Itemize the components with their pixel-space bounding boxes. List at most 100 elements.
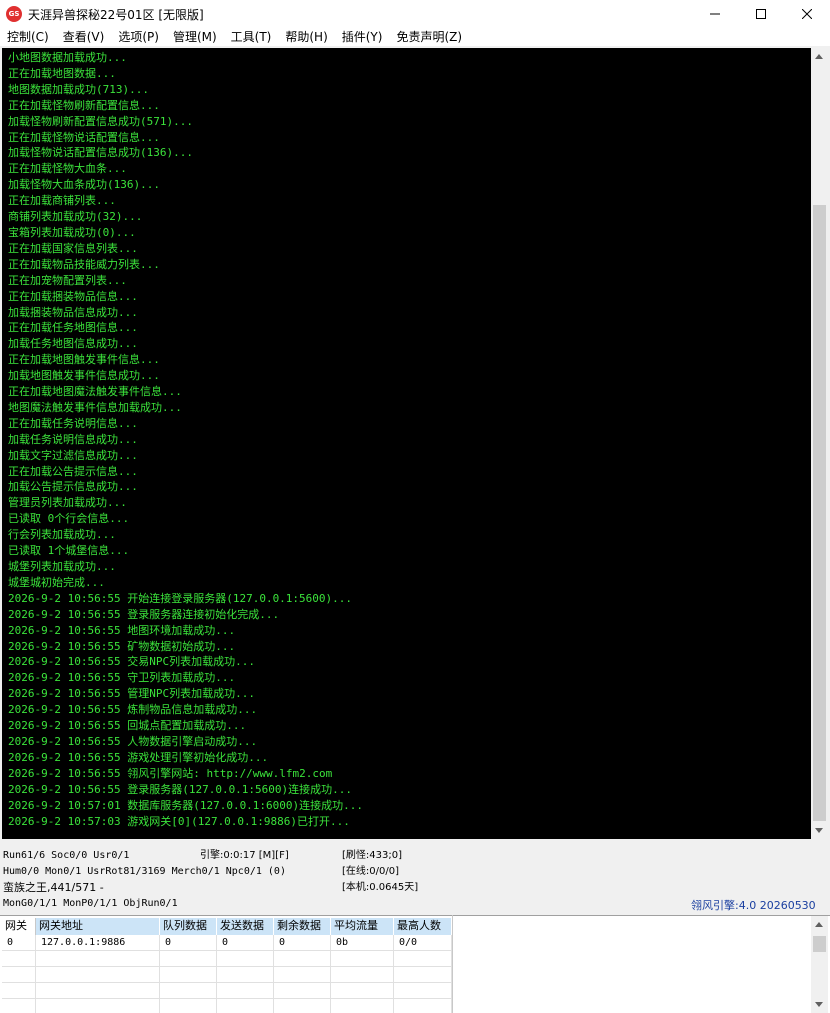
table-row-empty[interactable] <box>2 967 452 983</box>
table-row[interactable]: 0 127.0.0.1:9886 0 0 0 0b 0/0 <box>2 935 452 951</box>
gw-col-id[interactable]: 网关 <box>2 918 36 935</box>
menu-plugins[interactable]: 插件(Y) <box>335 28 390 46</box>
log-line: 2026-9-2 10:56:55 矿物数据初始成功... <box>8 639 236 653</box>
minimize-icon <box>710 13 720 15</box>
log-line: 加载怪物大血条成功(136)... <box>8 178 160 192</box>
gw-col-avg-flow[interactable]: 平均流量 <box>331 918 394 935</box>
console-scrollbar[interactable] <box>811 48 828 839</box>
gw-col-address[interactable]: 网关地址 <box>36 918 160 935</box>
status-online: [在线:0/0/0] <box>342 866 399 877</box>
log-line: 正在加载怪物说话配置信息... <box>8 130 160 144</box>
menu-bar: 控制(C) 查看(V) 选项(P) 管理(M) 工具(T) 帮助(H) 插件(Y… <box>0 28 830 46</box>
gw-cell-id: 0 <box>2 935 36 951</box>
log-line: 正在加载公告提示信息... <box>8 464 138 478</box>
log-line: 宝箱列表加载成功(0)... <box>8 225 136 239</box>
log-line: 正在加载地图数据... <box>8 66 116 80</box>
log-line: 已读取 0个行会信息... <box>8 512 130 526</box>
gateway-table[interactable]: 网关 网关地址 队列数据 发送数据 剩余数据 平均流量 最高人数 0 127.0… <box>2 918 452 1013</box>
app-icon: GS <box>6 6 22 22</box>
log-line: 加载任务地图信息成功... <box>8 337 138 351</box>
log-line: 2026-9-2 10:56:55 人物数据引擎启动成功... <box>8 734 258 748</box>
gw-scroll-up-icon[interactable] <box>815 922 823 927</box>
gw-cell-queue: 0 <box>160 935 217 951</box>
log-line: 2026-9-2 10:56:55 地图环境加载成功... <box>8 623 236 637</box>
menu-disclaimer[interactable]: 免责声明(Z) <box>389 28 469 46</box>
log-line: 正在加载地图魔法触发事件信息... <box>8 385 182 399</box>
server-window: GS 天涯异兽探秘22号01区 [无限版] 控制(C) 查看(V) 选项(P) … <box>0 0 830 1013</box>
gw-col-remaining[interactable]: 剩余数据 <box>274 918 331 935</box>
log-line: 正在加载怪物刷新配置信息... <box>8 98 160 112</box>
log-line: 正在加宠物配置列表... <box>8 273 127 287</box>
minimize-button[interactable] <box>692 0 738 28</box>
log-line: 正在加载地图触发事件信息... <box>8 353 160 367</box>
gw-cell-max-users: 0/0 <box>394 935 452 951</box>
gateway-divider <box>452 915 453 1013</box>
menu-help[interactable]: 帮助(H) <box>278 28 334 46</box>
log-line: 正在加载任务地图信息... <box>8 321 138 335</box>
log-line: 正在加载怪物大血条... <box>8 162 127 176</box>
menu-view[interactable]: 查看(V) <box>56 28 112 46</box>
log-line: 2026-9-2 10:56:55 开始连接登录服务器(127.0.0.1:56… <box>8 591 353 605</box>
maximize-button[interactable] <box>738 0 784 28</box>
title-bar[interactable]: GS 天涯异兽探秘22号01区 [无限版] <box>0 0 830 28</box>
log-line: 城堡列表加载成功... <box>8 560 116 573</box>
status-engine-time: 引擎:0:0:17 [M][F] <box>200 850 289 861</box>
log-line: 2026-9-2 10:56:55 管理NPC列表加载成功... <box>8 687 255 701</box>
status-spawn: [刷怪:433;0] <box>342 850 402 861</box>
log-line: 已读取 1个城堡信息... <box>8 544 130 558</box>
gw-col-sent[interactable]: 发送数据 <box>217 918 274 935</box>
scroll-up-icon[interactable] <box>815 54 823 59</box>
log-line: 地图数据加载成功(713)... <box>8 82 149 96</box>
close-icon <box>802 9 812 19</box>
log-line: 加载公告提示信息成功... <box>8 480 138 494</box>
status-mon: MonG0/1/1 MonP0/1/1 ObjRun0/1 <box>3 898 178 909</box>
log-line: 2026-9-2 10:56:55 炼制物品信息加载成功... <box>8 703 258 717</box>
engine-version-label: 翎风引擎:4.0 20260530 <box>691 899 816 912</box>
log-line: 加载任务说明信息成功... <box>8 432 138 446</box>
console-scroll-thumb[interactable] <box>813 205 826 821</box>
log-line: 加载地图触发事件信息成功... <box>8 369 160 383</box>
log-line: 2026-9-2 10:57:01 数据库服务器(127.0.0.1:6000)… <box>8 798 364 812</box>
log-line: 行会列表加载成功... <box>8 528 116 542</box>
log-line: 2026-9-2 10:57:03 游戏网关[0](127.0.0.1:9886… <box>8 814 350 828</box>
log-line: 地图魔法触发事件信息加载成功... <box>8 400 182 414</box>
log-line: 管理员列表加载成功... <box>8 496 127 510</box>
log-line: 2026-9-2 10:56:55 登录服务器(127.0.0.1:5600)连… <box>8 782 353 796</box>
log-line: 2026-9-2 10:56:55 登录服务器连接初始化完成... <box>8 607 280 621</box>
log-line: 正在加载物品技能威力列表... <box>8 257 160 271</box>
log-line: 2026-9-2 10:56:55 守卫列表加载成功... <box>8 671 236 685</box>
menu-options[interactable]: 选项(P) <box>111 28 166 46</box>
table-row-empty[interactable] <box>2 999 452 1013</box>
status-boss: 蛮族之王,441/571 - <box>3 881 104 894</box>
log-line: 商铺列表加载成功(32)... <box>8 210 143 224</box>
gateway-scrollbar[interactable] <box>811 916 828 1013</box>
status-run: Run61/6 Soc0/0 Usr0/1 <box>3 850 130 861</box>
status-uptime: [本机:0.0645天] <box>342 882 419 893</box>
log-line: 2026-9-2 10:56:55 翎风引擎网站: http://www.lfm… <box>8 766 333 780</box>
gateway-scroll-thumb[interactable] <box>813 936 826 952</box>
gw-cell-remaining: 0 <box>274 935 331 951</box>
gw-scroll-down-icon[interactable] <box>815 1002 823 1007</box>
gw-col-max-users[interactable]: 最高人数 <box>394 918 452 935</box>
scroll-down-icon[interactable] <box>815 828 823 833</box>
gateway-table-header: 网关 网关地址 队列数据 发送数据 剩余数据 平均流量 最高人数 <box>2 918 452 935</box>
gw-cell-avg-flow: 0b <box>331 935 394 951</box>
gw-cell-sent: 0 <box>217 935 274 951</box>
log-line: 2026-9-2 10:56:55 回城点配置加载成功... <box>8 719 247 733</box>
gw-col-queue[interactable]: 队列数据 <box>160 918 217 935</box>
menu-manage[interactable]: 管理(M) <box>166 28 224 46</box>
gateway-panel: 网关 网关地址 队列数据 发送数据 剩余数据 平均流量 最高人数 0 127.0… <box>0 915 830 1013</box>
menu-tools[interactable]: 工具(T) <box>224 28 279 46</box>
log-line: 正在加载商铺列表... <box>8 194 116 208</box>
log-line: 2026-9-2 10:56:55 游戏处理引擎初始化成功... <box>8 750 269 764</box>
log-line: 2026-9-2 10:56:55 交易NPC列表加载成功... <box>8 655 255 669</box>
close-button[interactable] <box>784 0 830 28</box>
table-row-empty[interactable] <box>2 983 452 999</box>
table-row-empty[interactable] <box>2 951 452 967</box>
maximize-icon <box>756 9 766 19</box>
log-line: 加载怪物刷新配置信息成功(571)... <box>8 114 193 128</box>
log-console[interactable]: 小地图数据加载成功... 正在加载地图数据... 地图数据加载成功(713)... 正… <box>2 48 811 839</box>
window-title: 天涯异兽探秘22号01区 [无限版] <box>28 7 204 22</box>
log-line: 城堡城初始完成... <box>8 575 105 589</box>
menu-control[interactable]: 控制(C) <box>0 28 56 46</box>
